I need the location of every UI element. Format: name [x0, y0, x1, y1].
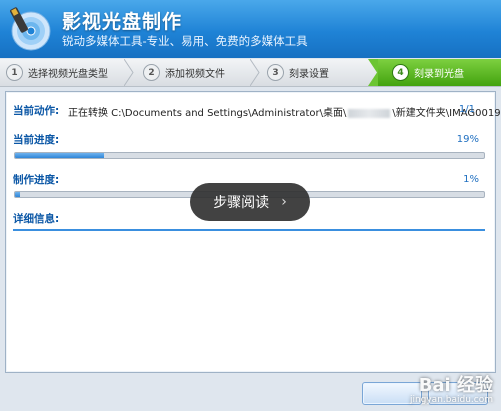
current-action-path-start: 正在转换 C:\Documents and Settings\Administr…	[68, 108, 347, 119]
current-action-label: 当前动作:	[13, 105, 60, 117]
chevron-right-icon: ›	[281, 194, 287, 210]
step-separator-arrow-icon	[250, 59, 260, 86]
step-number-badge: 2	[143, 64, 160, 81]
step-reading-label: 步骤阅读	[213, 195, 270, 211]
step-reading-button[interactable]: 步骤阅读 ›	[190, 183, 310, 221]
app-subtitle: 锐动多媒体工具-专业、易用、免费的多媒体工具	[62, 34, 308, 48]
title-bar: 影视光盘制作 锐动多媒体工具-专业、易用、免费的多媒体工具	[0, 0, 501, 58]
redacted-folder-name	[348, 108, 391, 118]
details-label: 详细信息:	[13, 213, 60, 225]
current-progress-fill	[15, 153, 105, 158]
current-progress-label: 当前进度:	[13, 134, 60, 146]
app-title: 影视光盘制作	[62, 11, 183, 33]
baidu-watermark: Bai 经验 jingyan.baidu.com	[410, 371, 493, 405]
current-progress-bar	[14, 152, 485, 159]
details-divider	[13, 229, 485, 231]
step-separator-arrow-icon	[368, 59, 378, 86]
current-action-text: 正在转换 C:\Documents and Settings\Administr…	[68, 104, 501, 119]
step-number-badge: 1	[6, 64, 23, 81]
current-action-path-end: \新建文件夹\IMAG0019.	[392, 108, 501, 119]
step-label: 选择视频光盘类型	[28, 69, 108, 80]
step-label: 刻录设置	[289, 69, 329, 80]
step-4-burn-to-disc[interactable]: 4 刻录到光盘	[392, 59, 464, 86]
disc-app-logo-icon	[10, 7, 51, 51]
step-3-burn-settings[interactable]: 3 刻录设置	[267, 59, 329, 86]
step-navigation: 1 选择视频光盘类型 2 添加视频文件 3 刻录设置 4 刻录到光盘	[0, 59, 501, 87]
step-label: 刻录到光盘	[414, 69, 464, 80]
step-label: 添加视频文件	[165, 69, 225, 80]
step-separator-arrow-icon	[124, 59, 134, 86]
make-progress-percent: 1%	[463, 174, 479, 185]
step-1-select-disc-type[interactable]: 1 选择视频光盘类型	[6, 59, 108, 86]
progress-panel: 当前动作: 正在转换 C:\Documents and Settings\Adm…	[5, 91, 501, 373]
make-progress-fill	[15, 192, 20, 197]
step-2-add-video[interactable]: 2 添加视频文件	[143, 59, 225, 86]
step-number-badge: 4	[392, 64, 409, 81]
current-action-count: 1/1	[458, 104, 475, 115]
current-progress-percent: 19%	[456, 134, 479, 145]
make-progress-label: 制作进度:	[13, 174, 60, 186]
watermark-url: jingyan.baidu.com	[409, 395, 493, 405]
step-number-badge: 3	[267, 64, 284, 81]
watermark-brand: Bai 经验	[418, 375, 493, 396]
